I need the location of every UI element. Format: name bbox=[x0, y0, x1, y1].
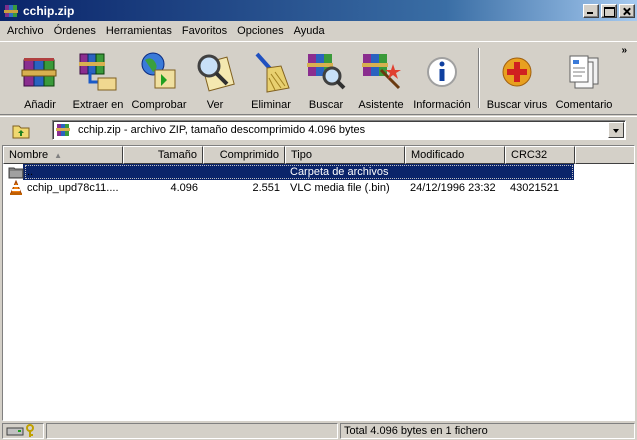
sort-ascending-icon: ▲ bbox=[54, 150, 63, 160]
toolbar-separator bbox=[478, 48, 480, 108]
status-total-panel: Total 4.096 bytes en 1 fichero bbox=[340, 423, 635, 439]
add-button[interactable]: Añadir bbox=[14, 44, 66, 114]
status-empty-panel bbox=[46, 423, 338, 439]
column-header-filler bbox=[575, 146, 634, 164]
add-button-label: Añadir bbox=[24, 99, 56, 111]
address-dropdown-button[interactable] bbox=[608, 122, 624, 138]
status-total-text: Total 4.096 bytes en 1 fichero bbox=[344, 425, 488, 437]
table-row[interactable]: .. Carpeta de archivos bbox=[3, 164, 634, 180]
test-label: Comprobar bbox=[131, 99, 187, 111]
toolbar: Añadir Extraer en Comprobar Ver Eliminar… bbox=[0, 41, 637, 115]
cell-type: Carpeta de archivos bbox=[290, 166, 389, 178]
cell-size: 4.096 bbox=[170, 182, 198, 194]
cell-packed: 2.551 bbox=[252, 182, 280, 194]
find-button[interactable]: Buscar bbox=[302, 44, 350, 114]
info-icon bbox=[420, 50, 464, 94]
column-header-crc32[interactable]: CRC32 bbox=[505, 146, 575, 164]
extract-to-button[interactable]: Extraer en bbox=[70, 44, 126, 114]
zip-archive-icon bbox=[56, 123, 72, 137]
title-bar: cchip.zip bbox=[0, 0, 637, 21]
list-header: Nombre ▲ Tamaño Comprimido Tipo Modifica… bbox=[3, 146, 634, 164]
window-title: cchip.zip bbox=[23, 3, 75, 18]
column-header-size[interactable]: Tamaño bbox=[123, 146, 203, 164]
address-text: cchip.zip - archivo ZIP, tamaño descompr… bbox=[78, 124, 366, 136]
file-list[interactable]: Nombre ▲ Tamaño Comprimido Tipo Modifica… bbox=[2, 145, 635, 421]
winrar-app-icon[interactable] bbox=[3, 3, 19, 19]
cell-crc32: 43021521 bbox=[510, 182, 559, 194]
address-combobox[interactable]: cchip.zip - archivo ZIP, tamaño descompr… bbox=[52, 120, 626, 140]
menu-ordenes[interactable]: Órdenes bbox=[49, 25, 101, 37]
column-header-name[interactable]: Nombre ▲ bbox=[3, 146, 123, 164]
drive-icon[interactable] bbox=[6, 425, 24, 437]
info-label: Información bbox=[413, 99, 471, 111]
address-bar: cchip.zip - archivo ZIP, tamaño descompr… bbox=[0, 116, 637, 144]
wizard-label: Asistente bbox=[358, 99, 404, 111]
cell-name: cchip_upd78c11.... bbox=[3, 180, 123, 196]
menu-favoritos[interactable]: Favoritos bbox=[177, 25, 232, 37]
row-name-text: .. bbox=[27, 166, 34, 178]
status-icons-panel bbox=[2, 423, 44, 439]
delete-label: Eliminar bbox=[251, 99, 291, 111]
info-button[interactable]: Información bbox=[412, 44, 472, 114]
view-label: Ver bbox=[206, 99, 224, 111]
status-bar: Total 4.096 bytes en 1 fichero bbox=[0, 422, 637, 440]
virus-scan-icon bbox=[495, 50, 539, 94]
menu-bar: Archivo Órdenes Herramientas Favoritos O… bbox=[0, 21, 637, 41]
toolbar-more-chevron[interactable]: » bbox=[621, 45, 627, 56]
vlc-cone-icon bbox=[8, 180, 24, 196]
view-button[interactable]: Ver bbox=[192, 44, 238, 114]
maximize-button[interactable] bbox=[601, 3, 617, 18]
menu-opciones[interactable]: Opciones bbox=[232, 25, 288, 37]
up-folder-icon bbox=[12, 125, 30, 139]
comment-label: Comentario bbox=[555, 99, 613, 111]
cell-name: .. bbox=[3, 164, 123, 180]
cell-type: VLC media file (.bin) bbox=[290, 182, 390, 194]
extract-folder-icon bbox=[76, 50, 120, 94]
close-button[interactable] bbox=[619, 3, 635, 18]
menu-herramientas[interactable]: Herramientas bbox=[101, 25, 177, 37]
test-globe-icon bbox=[137, 50, 181, 94]
parent-folder-icon bbox=[8, 164, 24, 180]
comment-icon bbox=[562, 50, 606, 94]
find-label: Buscar bbox=[308, 99, 344, 111]
up-folder-button[interactable] bbox=[11, 122, 31, 140]
cell-modified: 24/12/1996 23:32 bbox=[410, 182, 496, 194]
wizard-button[interactable]: Asistente bbox=[356, 44, 406, 114]
menu-archivo[interactable]: Archivo bbox=[2, 25, 49, 37]
virus-scan-label: Buscar virus bbox=[486, 99, 548, 111]
key-icon[interactable] bbox=[24, 424, 36, 438]
add-books-icon bbox=[18, 50, 62, 94]
minimize-button[interactable] bbox=[583, 3, 599, 18]
menu-ayuda[interactable]: Ayuda bbox=[289, 25, 330, 37]
test-button[interactable]: Comprobar bbox=[128, 44, 190, 114]
column-header-modified[interactable]: Modificado bbox=[405, 146, 505, 164]
column-name-label: Nombre bbox=[9, 149, 49, 161]
delete-broom-icon bbox=[249, 50, 293, 94]
table-row[interactable]: cchip_upd78c11.... 4.096 2.551 VLC media… bbox=[3, 180, 634, 196]
extract-to-label: Extraer en bbox=[72, 99, 124, 111]
row-name-text: cchip_upd78c11.... bbox=[27, 182, 119, 194]
delete-button[interactable]: Eliminar bbox=[244, 44, 298, 114]
view-magnifier-icon bbox=[193, 50, 237, 94]
virus-scan-button[interactable]: Buscar virus bbox=[486, 44, 548, 114]
find-magnifier-icon bbox=[304, 50, 348, 94]
wizard-wand-icon bbox=[359, 50, 403, 94]
comment-button[interactable]: Comentario bbox=[554, 44, 614, 114]
column-header-packed[interactable]: Comprimido bbox=[203, 146, 285, 164]
column-header-type[interactable]: Tipo bbox=[285, 146, 405, 164]
